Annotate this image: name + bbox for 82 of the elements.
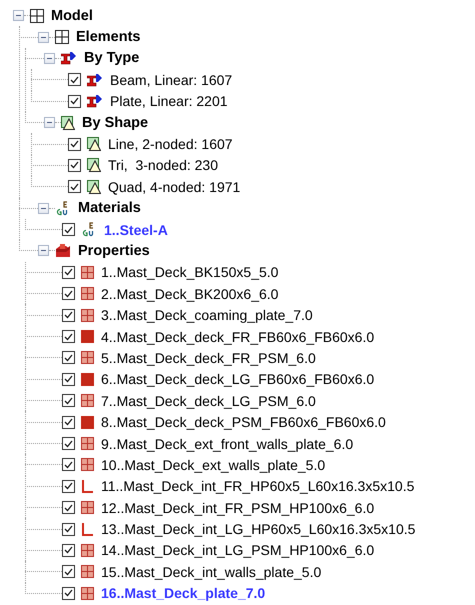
tree-item-label[interactable]: 6..Mast_Deck_deck_LG_FB60x6_FB60x6.0 [101,371,374,388]
checkbox[interactable] [62,544,75,557]
checkbox[interactable] [62,522,75,536]
plate-icon [81,544,94,557]
tree-item-label[interactable]: Line, 2-noded: 1607 [108,136,233,152]
tree-item-label[interactable]: 9..Mast_Deck_ext_front_walls_plate_6.0 [101,436,354,452]
checkbox[interactable] [62,416,75,429]
beam-icon [87,72,103,87]
plate-icon [81,287,94,300]
shape-icon [61,116,75,130]
beam-icon [87,94,103,108]
block-icon [55,242,71,259]
checkbox[interactable] [62,565,75,578]
collapse-toggle[interactable] [38,32,49,43]
checkbox[interactable] [62,223,75,236]
tree-item-label[interactable]: 3..Mast_Deck_coaming_plate_7.0 [101,307,313,324]
square-icon [81,330,94,344]
shape-icon [87,180,101,194]
checkbox[interactable] [62,351,75,364]
tree-item-label[interactable]: 10..Mast_Deck_ext_walls_plate_5.0 [101,456,326,473]
shape-icon [87,158,101,172]
angle-icon [81,480,94,493]
plate-icon [81,308,94,322]
shape-icon [87,137,101,152]
checkbox[interactable] [68,73,81,86]
plate-icon [81,437,94,450]
collapse-toggle[interactable] [44,52,55,64]
tree-item-label[interactable]: 1..Mast_Deck_BK150x5_5.0 [101,264,278,280]
tree-node-label[interactable]: By Shape [82,114,148,131]
collapse-toggle[interactable] [38,202,49,214]
tree-item-label[interactable]: 7..Mast_Deck_deck_LG_PSM_6.0 [101,392,316,409]
plate-icon [81,565,94,578]
grid-icon [55,30,69,44]
checkbox[interactable] [62,394,75,408]
tree-item-label[interactable]: 14..Mast_Deck_int_LG_PSM_HP100x6_6.0 [101,542,374,558]
tree-item-label[interactable]: 16..Mast_Deck_plate_7.0 [101,585,266,602]
checkbox[interactable] [68,180,81,194]
tree-node-label[interactable]: Elements [76,29,140,46]
checkbox[interactable] [62,330,75,344]
collapse-toggle[interactable] [38,245,49,256]
checkbox[interactable] [68,138,81,151]
checkbox[interactable] [62,501,75,514]
checkbox[interactable] [62,266,75,279]
plate-icon [81,394,94,408]
tree-item-label[interactable]: Tri, 3-noded: 230 [108,157,218,174]
checkbox[interactable] [62,372,75,386]
tree-item-label[interactable]: 8..Mast_Deck_deck_PSM_FB60x6_FB60x6.0 [101,414,386,430]
checkbox[interactable] [68,158,81,172]
plate-icon [81,266,94,279]
tree-item-label[interactable]: 12..Mast_Deck_int_FR_PSM_HP100x6_6.0 [101,500,374,516]
checkbox[interactable] [62,586,75,600]
tree-item-label[interactable]: Quad, 4-noded: 1971 [108,178,240,195]
square-icon [81,416,94,429]
tree-item-label[interactable]: 11..Mast_Deck_int_FR_HP60x5_L60x16.3x5x10.5 [101,478,414,494]
plate-icon [81,458,94,472]
tree-item-label[interactable]: 13..Mast_Deck_int_LG_HP60x5_L60x16.3x5x10.5 [101,521,416,538]
grid-icon [30,8,44,23]
collapse-toggle[interactable] [13,10,24,22]
checkbox[interactable] [68,94,81,108]
plate-icon [81,351,94,364]
tree-item-label[interactable]: Plate, Linear: 2201 [110,93,228,110]
plate-icon [81,586,94,600]
tree-item-label[interactable]: Beam, Linear: 1607 [110,72,232,88]
tree-item-label[interactable]: 15..Mast_Deck_int_walls_plate_5.0 [101,564,322,580]
beam-icon [61,51,77,66]
tree-item-label[interactable]: 5..Mast_Deck_deck_FR_PSM_6.0 [101,350,316,366]
checkbox[interactable] [62,287,75,300]
checkbox[interactable] [62,437,75,450]
tree-node-label[interactable]: Model [51,8,93,24]
collapse-toggle[interactable] [44,117,55,128]
tree-node-label[interactable]: Properties [78,242,150,259]
tree-node-label[interactable]: By Type [84,50,140,66]
angle-icon [81,522,94,536]
tree-item-label[interactable]: 2..Mast_Deck_BK200x6_6.0 [101,286,278,302]
plate-icon [81,501,94,514]
tree-node-label[interactable]: Materials [78,200,141,216]
tree-item-label[interactable]: 4..Mast_Deck_deck_FR_FB60x6_FB60x6.0 [101,328,374,345]
checkbox[interactable] [62,480,75,493]
checkbox[interactable] [62,308,75,322]
tree-item-label[interactable]: 1..Steel-A [104,222,168,238]
checkbox[interactable] [62,458,75,472]
square-icon [81,372,94,386]
